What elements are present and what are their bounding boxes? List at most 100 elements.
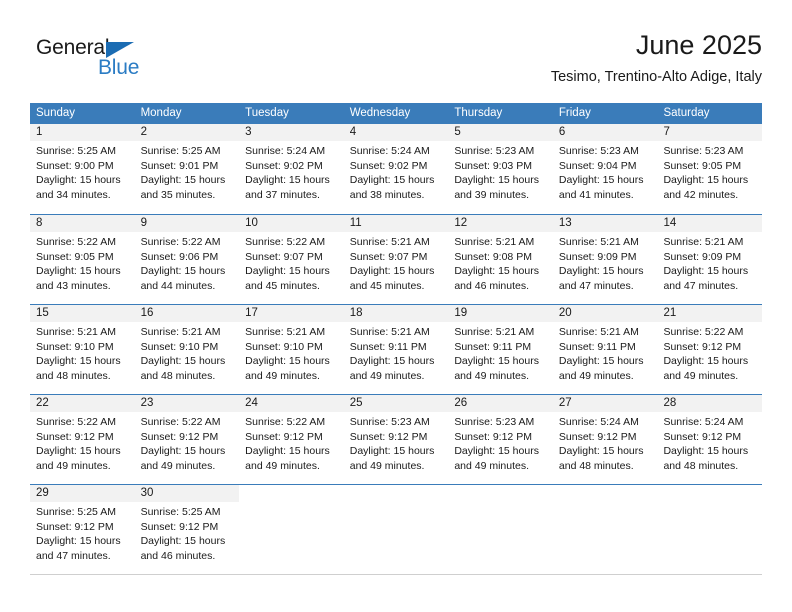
day-cell[interactable]: 18 Sunrise: 5:21 AM Sunset: 9:11 PM Dayl…: [343, 305, 449, 394]
calendar-grid: Sunday Monday Tuesday Wednesday Thursday…: [30, 103, 763, 575]
day-details: Sunrise: 5:25 AM Sunset: 9:00 PM Dayligh…: [30, 141, 135, 202]
day-cell[interactable]: 27 Sunrise: 5:24 AM Sunset: 9:12 PM Dayl…: [552, 395, 658, 484]
general-blue-logo[interactable]: General Blue: [36, 36, 166, 84]
daylight-text-line1: Daylight: 15 hours: [140, 355, 226, 367]
day-cell[interactable]: 5 Sunrise: 5:23 AM Sunset: 9:03 PM Dayli…: [448, 124, 553, 214]
daylight-text-line2: and 44 minutes.: [140, 279, 216, 292]
day-cell[interactable]: 20 Sunrise: 5:21 AM Sunset: 9:11 PM Dayl…: [552, 305, 658, 394]
sunrise-text: Sunrise: 5:21 AM: [558, 326, 639, 338]
day-number: 11: [349, 217, 362, 229]
day-cell[interactable]: 3 Sunrise: 5:24 AM Sunset: 9:02 PM Dayli…: [239, 124, 344, 214]
page-title: June 2025: [635, 30, 762, 60]
day-number-band: 3: [239, 124, 344, 141]
day-cell[interactable]: 16 Sunrise: 5:21 AM Sunset: 9:10 PM Dayl…: [134, 305, 240, 394]
day-cell[interactable]: 12 Sunrise: 5:21 AM Sunset: 9:08 PM Dayl…: [448, 215, 553, 304]
day-cell[interactable]: 14 Sunrise: 5:21 AM Sunset: 9:09 PM Dayl…: [657, 215, 763, 304]
day-details: Sunrise: 5:21 AM Sunset: 9:09 PM Dayligh…: [553, 232, 658, 293]
weekday-header-friday: Friday: [558, 107, 591, 119]
daylight-text-line2: and 48 minutes.: [36, 369, 111, 382]
sunset-text: Sunset: 9:12 PM: [663, 340, 742, 353]
day-details: Sunrise: 5:24 AM Sunset: 9:02 PM Dayligh…: [344, 141, 449, 202]
day-cell[interactable]: 8 Sunrise: 5:22 AM Sunset: 9:05 PM Dayli…: [30, 215, 135, 304]
day-cell[interactable]: 21 Sunrise: 5:22 AM Sunset: 9:12 PM Dayl…: [657, 305, 763, 394]
daylight-text-line2: and 41 minutes.: [558, 188, 634, 201]
day-details: Sunrise: 5:22 AM Sunset: 9:12 PM Dayligh…: [30, 412, 135, 473]
daylight-text-line1: Daylight: 15 hours: [558, 265, 644, 277]
day-number-band: [344, 485, 449, 502]
day-cell[interactable]: 26 Sunrise: 5:23 AM Sunset: 9:12 PM Dayl…: [448, 395, 553, 484]
sunrise-text: Sunrise: 5:22 AM: [36, 416, 116, 428]
daylight-text-line2: and 46 minutes.: [454, 279, 530, 292]
day-cell[interactable]: 25 Sunrise: 5:23 AM Sunset: 9:12 PM Dayl…: [343, 395, 449, 484]
sunrise-text: Sunrise: 5:21 AM: [558, 236, 639, 248]
day-cell[interactable]: 9 Sunrise: 5:22 AM Sunset: 9:06 PM Dayli…: [134, 215, 240, 304]
day-number-band: 5: [448, 124, 553, 141]
day-number-band: 28: [657, 395, 763, 412]
title-block: June 2025 Tesimo, Trentino-Alto Adige, I…: [551, 28, 762, 88]
sunset-text: Sunset: 9:10 PM: [245, 340, 323, 353]
day-number: 1: [36, 126, 43, 138]
day-cell[interactable]: 13 Sunrise: 5:21 AM Sunset: 9:09 PM Dayl…: [552, 215, 658, 304]
daylight-text-line2: and 49 minutes.: [245, 369, 320, 382]
day-details: Sunrise: 5:21 AM Sunset: 9:11 PM Dayligh…: [344, 322, 449, 383]
daylight-text-line1: Daylight: 15 hours: [349, 445, 435, 457]
sunrise-text: Sunrise: 5:22 AM: [140, 236, 221, 248]
day-number-band: 7: [657, 124, 763, 141]
day-cell[interactable]: 30 Sunrise: 5:25 AM Sunset: 9:12 PM Dayl…: [134, 485, 240, 574]
day-details: Sunrise: 5:25 AM Sunset: 9:12 PM Dayligh…: [135, 502, 240, 563]
day-number: 15: [36, 307, 49, 319]
day-number: 10: [245, 217, 258, 229]
daylight-text-line1: Daylight: 15 hours: [558, 445, 644, 457]
sunset-text: Sunset: 9:00 PM: [36, 159, 114, 172]
day-details: Sunrise: 5:21 AM Sunset: 9:07 PM Dayligh…: [344, 232, 449, 293]
sunset-text: Sunset: 9:12 PM: [36, 430, 114, 443]
day-cell[interactable]: 15 Sunrise: 5:21 AM Sunset: 9:10 PM Dayl…: [30, 305, 135, 394]
day-cell[interactable]: 17 Sunrise: 5:21 AM Sunset: 9:10 PM Dayl…: [239, 305, 344, 394]
week-row: 15 Sunrise: 5:21 AM Sunset: 9:10 PM Dayl…: [30, 304, 763, 394]
day-cell[interactable]: 6 Sunrise: 5:23 AM Sunset: 9:04 PM Dayli…: [552, 124, 658, 214]
daylight-text-line2: and 47 minutes.: [36, 549, 111, 562]
day-cell[interactable]: 24 Sunrise: 5:22 AM Sunset: 9:12 PM Dayl…: [239, 395, 344, 484]
daylight-text-line1: Daylight: 15 hours: [663, 174, 749, 186]
day-cell[interactable]: 4 Sunrise: 5:24 AM Sunset: 9:02 PM Dayli…: [343, 124, 449, 214]
day-number-band: 19: [448, 305, 553, 322]
weekday-header-thursday: Thursday: [454, 107, 503, 119]
sunset-text: Sunset: 9:03 PM: [454, 159, 532, 172]
sunset-text: Sunset: 9:12 PM: [663, 430, 742, 443]
daylight-text-line1: Daylight: 15 hours: [245, 355, 330, 367]
daylight-text-line2: and 42 minutes.: [663, 188, 739, 201]
day-cell[interactable]: 19 Sunrise: 5:21 AM Sunset: 9:11 PM Dayl…: [448, 305, 553, 394]
day-details: Sunrise: 5:21 AM Sunset: 9:11 PM Dayligh…: [448, 322, 553, 383]
day-number: 7: [663, 126, 670, 138]
day-details: Sunrise: 5:21 AM Sunset: 9:08 PM Dayligh…: [448, 232, 553, 293]
daylight-text-line2: and 49 minutes.: [36, 459, 111, 472]
day-cell[interactable]: 28 Sunrise: 5:24 AM Sunset: 9:12 PM Dayl…: [657, 395, 763, 484]
day-number-band: 26: [448, 395, 553, 412]
day-number-band: 2: [134, 124, 240, 141]
daylight-text-line2: and 45 minutes.: [349, 279, 425, 292]
sunset-text: Sunset: 9:12 PM: [245, 430, 323, 443]
daylight-text-line1: Daylight: 15 hours: [663, 445, 749, 457]
daylight-text-line1: Daylight: 15 hours: [663, 265, 749, 277]
sunrise-text: Sunrise: 5:21 AM: [454, 326, 535, 338]
day-number: 19: [454, 307, 468, 319]
day-cell[interactable]: 22 Sunrise: 5:22 AM Sunset: 9:12 PM Dayl…: [30, 395, 135, 484]
day-cell[interactable]: 23 Sunrise: 5:22 AM Sunset: 9:12 PM Dayl…: [134, 395, 240, 484]
day-number: 3: [245, 126, 252, 138]
sunrise-text: Sunrise: 5:23 AM: [558, 145, 639, 157]
day-cell[interactable]: 29 Sunrise: 5:25 AM Sunset: 9:12 PM Dayl…: [30, 485, 135, 574]
daylight-text-line2: and 43 minutes.: [36, 279, 111, 292]
week-row: 1 Sunrise: 5:25 AM Sunset: 9:00 PM Dayli…: [30, 124, 763, 214]
day-cell[interactable]: 11 Sunrise: 5:21 AM Sunset: 9:07 PM Dayl…: [343, 215, 449, 304]
day-cell[interactable]: 7 Sunrise: 5:23 AM Sunset: 9:05 PM Dayli…: [657, 124, 763, 214]
page-header: General Blue June 2025 Tesimo, Trentino-…: [30, 28, 762, 98]
sunrise-text: Sunrise: 5:23 AM: [663, 145, 744, 157]
sunrise-text: Sunrise: 5:25 AM: [140, 145, 221, 157]
sunrise-text: Sunrise: 5:21 AM: [140, 326, 221, 338]
day-number: 28: [663, 397, 677, 409]
day-cell[interactable]: 2 Sunrise: 5:25 AM Sunset: 9:01 PM Dayli…: [134, 124, 240, 214]
day-cell-empty: [344, 485, 449, 574]
grid-bottom-border: [30, 574, 762, 575]
day-cell[interactable]: 10 Sunrise: 5:22 AM Sunset: 9:07 PM Dayl…: [239, 215, 344, 304]
day-cell[interactable]: 1 Sunrise: 5:25 AM Sunset: 9:00 PM Dayli…: [30, 124, 135, 214]
